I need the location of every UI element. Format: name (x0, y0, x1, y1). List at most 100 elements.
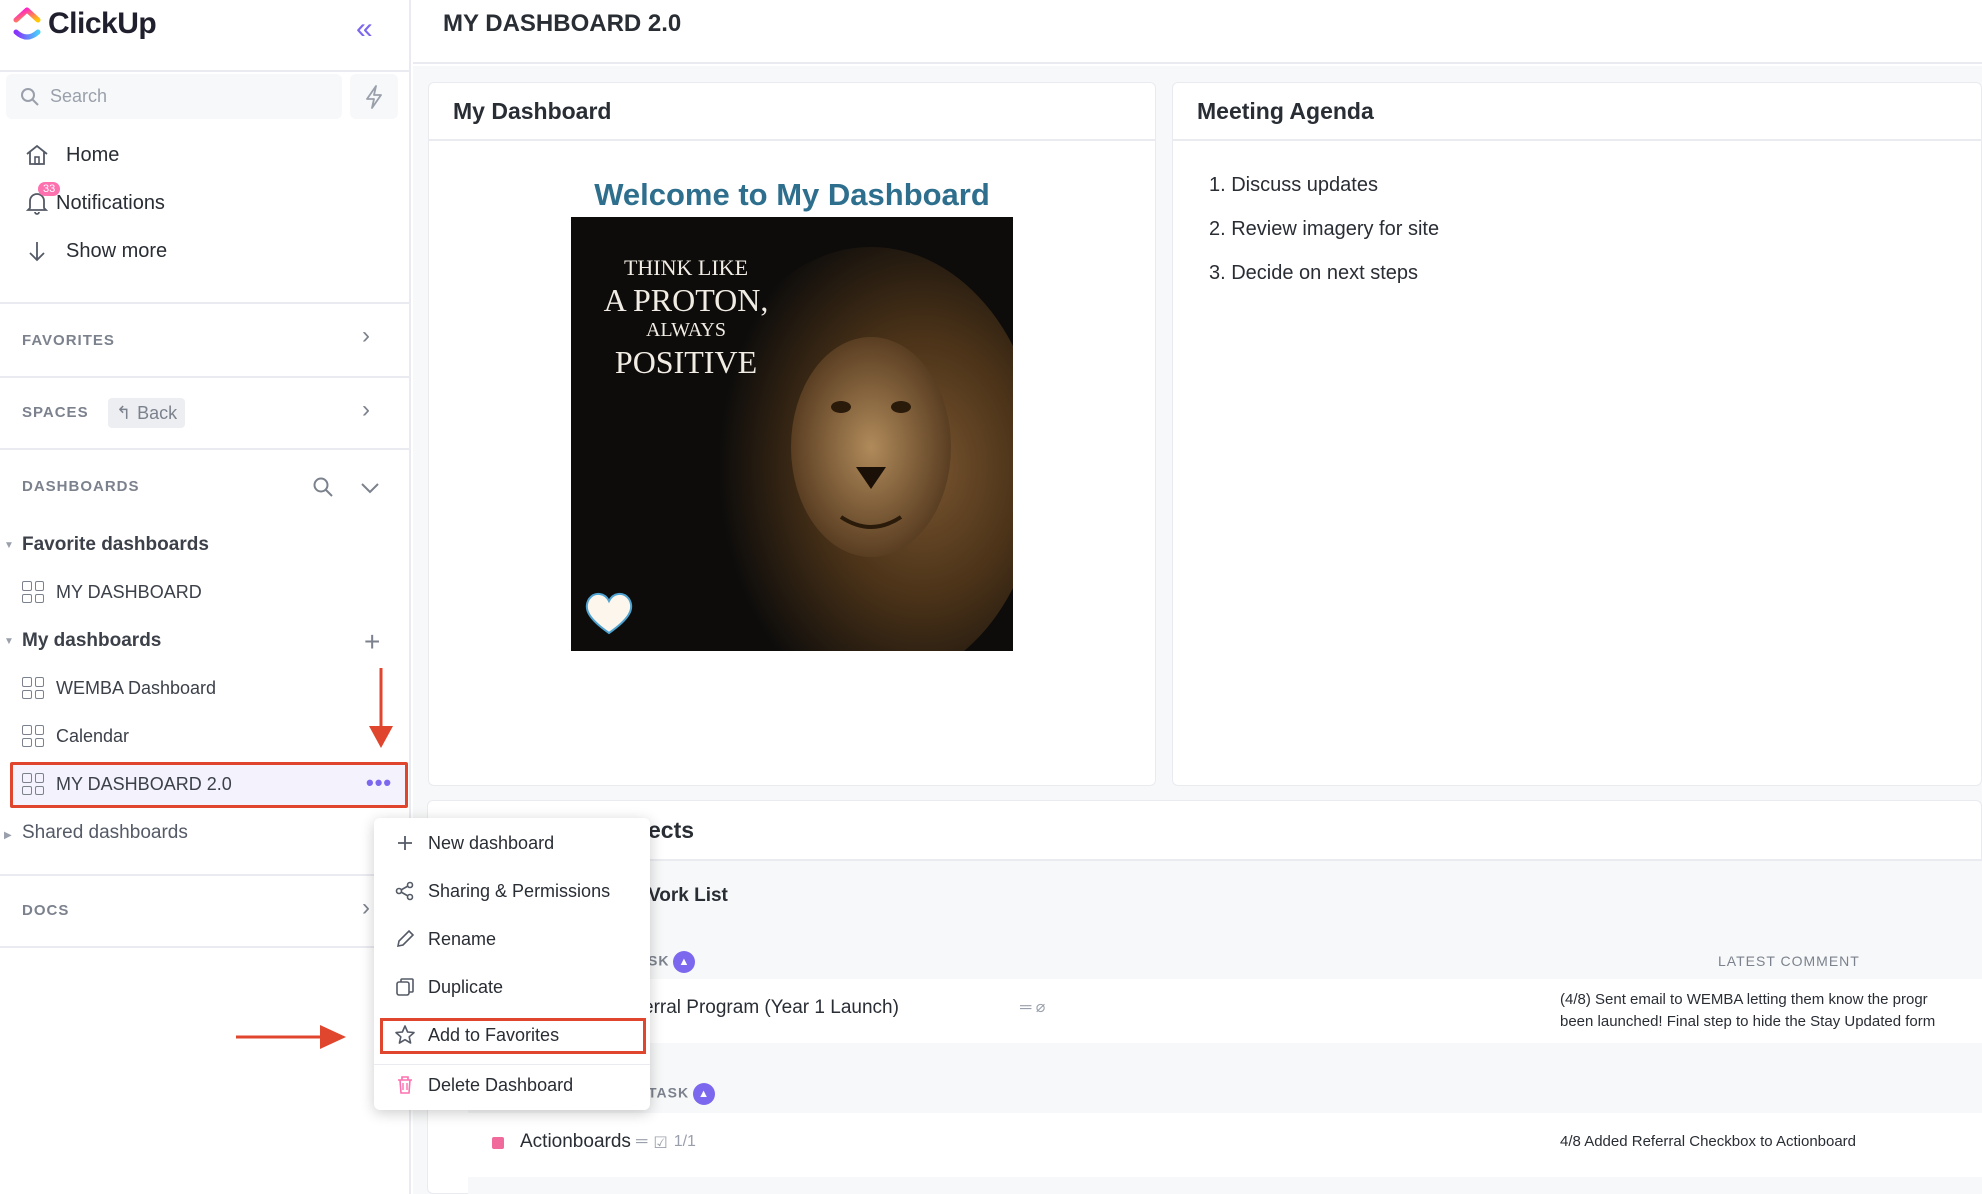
chevron-right-icon[interactable]: › (362, 894, 370, 922)
poster-line: ALWAYS (645, 319, 726, 341)
dashboard-item[interactable]: Calendar (22, 725, 129, 747)
search-input[interactable]: Search (6, 74, 342, 119)
section-dashboards[interactable]: DASHBOARDS (22, 478, 140, 495)
section-spaces[interactable]: SPACES (22, 404, 89, 421)
column-header-task[interactable]: SK ▲ (648, 951, 696, 973)
welcome-heading: Welcome to My Dashboard (594, 177, 990, 212)
bell-icon-wrap: 33 (24, 182, 61, 216)
spaces-back-button[interactable]: ↰ Back (108, 398, 186, 428)
logo-text: ClickUp (48, 7, 157, 40)
task-name[interactable]: Actionboards (520, 1131, 631, 1153)
checklist-icon: ☑ (653, 1135, 668, 1152)
collapse-sidebar-icon[interactable]: « (356, 12, 373, 46)
search-dashboards-icon[interactable] (312, 476, 334, 498)
menu-rename[interactable]: Rename (394, 928, 496, 950)
poster-line: POSITIVE (614, 344, 758, 380)
agenda-list: 1. Discuss updates 2. Review imagery for… (1209, 163, 1439, 295)
column-header-label: TASK (648, 1084, 690, 1101)
agenda-item: 2. Review imagery for site (1209, 218, 1440, 240)
topbar: MY DASHBOARD 2.0 (413, 0, 1982, 64)
plus-icon (398, 836, 412, 850)
chevron-down-icon[interactable] (358, 478, 382, 498)
card-title: My Dashboard (429, 83, 1155, 141)
nav-show-more-label: Show more (66, 239, 168, 262)
my-dashboard-card: My Dashboard Welcome to My Dashboard THI… (428, 82, 1156, 786)
latest-comment-line: (4/8) Sent email to WEMBA letting them k… (1560, 991, 1928, 1008)
table-row[interactable]: Actionboards ═ ☑ 1/1 4/8 Added Referral … (468, 1113, 1982, 1177)
menu-duplicate[interactable]: Duplicate (394, 976, 503, 998)
add-dashboard-icon[interactable]: + (364, 626, 380, 658)
column-header-label: SK (648, 952, 670, 969)
task-meta: ═ ☑ 1/1 (636, 1133, 696, 1153)
divider (0, 70, 409, 72)
group-my-dashboards[interactable]: My dashboards (22, 630, 161, 652)
menu-item-label: Delete Dashboard (428, 1074, 574, 1095)
trash-icon (398, 1076, 412, 1094)
nav-show-more[interactable]: Show more (24, 238, 167, 264)
description-icon: ═ (636, 1133, 648, 1150)
group-shared-dashboards[interactable]: Shared dashboards (22, 822, 188, 844)
star-icon (395, 1025, 415, 1044)
menu-separator (374, 1064, 650, 1065)
menu-sharing-permissions[interactable]: Sharing & Permissions (394, 880, 610, 902)
task-name[interactable]: erral Program (Year 1 Launch) (643, 997, 899, 1019)
sort-up-icon[interactable]: ▲ (693, 1083, 716, 1105)
more-options-icon[interactable]: ••• (366, 770, 392, 796)
menu-new-dashboard[interactable]: New dashboard (394, 832, 554, 854)
menu-add-to-favorites[interactable]: Add to Favorites (394, 1024, 559, 1046)
annotation-arrow-down (369, 668, 393, 748)
sidebar: ClickUp « Search Home 33 Notifications S… (0, 0, 411, 1194)
home-icon (26, 144, 48, 165)
dashboard-icon (22, 773, 44, 795)
caret-right-icon[interactable]: ▶ (4, 830, 12, 841)
clickup-logo[interactable]: ClickUp (12, 6, 157, 42)
menu-item-label: Add to Favorites (428, 1024, 560, 1045)
section-favorites[interactable]: FAVORITES (22, 332, 115, 349)
nav-notifications-label: Notifications (56, 191, 165, 214)
duplicate-icon (396, 978, 414, 996)
menu-delete-dashboard[interactable]: Delete Dashboard (394, 1074, 573, 1096)
poster-text: THINK LIKE A PROTON, ALWAYS POSITIVE (591, 255, 781, 382)
app-root: ClickUp « Search Home 33 Notifications S… (0, 0, 1982, 1194)
nav-home[interactable]: Home (24, 142, 119, 168)
agenda-item: 3. Decide on next steps (1209, 262, 1419, 284)
chevron-right-icon[interactable]: › (362, 322, 370, 350)
column-header-comment: LATEST COMMENT (1718, 953, 1860, 969)
checklist-count: 1/1 (673, 1133, 696, 1150)
quick-actions-button[interactable] (350, 74, 398, 119)
nav-notifications[interactable]: 33 Notifications (24, 182, 165, 216)
dashboard-item[interactable]: MY DASHBOARD (22, 581, 202, 603)
caret-down-icon[interactable]: ▼ (4, 636, 14, 647)
clickup-logo-icon (13, 7, 41, 40)
poster-line: THINK LIKE (623, 255, 749, 280)
dashboard-item-label: Calendar (56, 725, 130, 746)
menu-item-label: Sharing & Permissions (428, 880, 611, 901)
column-header-task[interactable]: TASK ▲ (648, 1083, 716, 1105)
description-attachment-icons: ═ ⌀ (1020, 999, 1046, 1016)
section-docs[interactable]: DOCS (22, 902, 69, 919)
menu-item-label: New dashboard (428, 832, 555, 853)
annotation-arrow-right (236, 1025, 346, 1049)
dashboard-item-active[interactable]: MY DASHBOARD 2.0 (22, 773, 232, 795)
chevron-right-icon[interactable]: › (362, 396, 370, 424)
divider (0, 946, 409, 948)
dashboard-icon (22, 725, 44, 747)
meeting-agenda-card: Meeting Agenda 1. Discuss updates 2. Rev… (1172, 82, 1982, 786)
dashboard-icon (22, 581, 44, 603)
search-icon (21, 87, 39, 106)
agenda-item: 1. Discuss updates (1209, 174, 1378, 196)
menu-item-label: Duplicate (428, 976, 504, 997)
sort-up-icon[interactable]: ▲ (673, 951, 696, 973)
task-list-panel: Vork List SK ▲ LATEST COMMENT erral Progr… (468, 861, 1982, 1194)
dashboard-item[interactable]: WEMBA Dashboard (22, 677, 216, 699)
notifications-badge: 33 (38, 182, 61, 196)
heart-logo-icon (585, 593, 633, 635)
arrow-down-icon (29, 242, 45, 262)
divider (0, 874, 409, 876)
dashboard-context-menu: New dashboard Sharing & Permissions Rena… (374, 818, 650, 1110)
group-favorite-dashboards[interactable]: Favorite dashboards (22, 534, 209, 556)
table-row[interactable]: erral Program (Year 1 Launch) ═ ⌀ (4/8) … (468, 979, 1982, 1043)
list-title-fragment: Vork List (648, 885, 728, 906)
caret-down-icon[interactable]: ▼ (4, 540, 14, 551)
menu-item-label: Rename (428, 928, 497, 949)
